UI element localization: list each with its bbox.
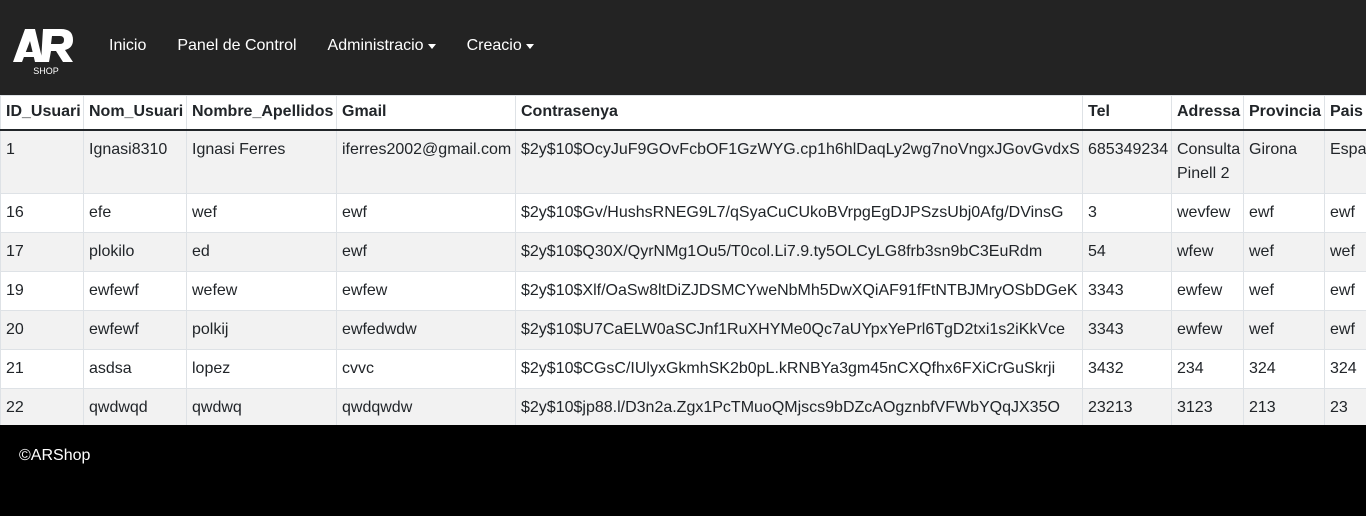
table-cell: 20 [0,310,84,350]
table-cell: wef [1324,232,1366,272]
nav-panel-de-control-label: Panel de Control [177,37,297,54]
table-cell: 16 [0,193,84,233]
main-nav: Inicio Panel de Control Administracio Cr… [109,36,565,56]
table-cell: 22 [0,388,84,425]
table-cell: ed [186,232,337,272]
table-cell: 19 [0,271,84,311]
table-cell: polkij [186,310,337,350]
table-cell: 17 [0,232,84,272]
column-header: Pais [1324,95,1366,131]
table-cell: wefew [186,271,337,311]
table-cell: 3 [1082,193,1172,233]
svg-text:SHOP: SHOP [33,66,59,76]
column-header: ID_Usuari [0,95,84,131]
nav-panel-de-control[interactable]: Panel de Control [177,36,296,56]
table-cell: 23 [1324,388,1366,425]
table-cell: 3432 [1082,349,1172,389]
table-cell: ewf [1324,310,1366,350]
table-cell: lopez [186,349,337,389]
table-cell: ewfew [1171,310,1244,350]
caret-down-icon [427,44,436,49]
footer: ©ARShop [0,425,1366,516]
table-cell: plokilo [83,232,187,272]
nav-administracio-dropdown[interactable]: Administracio [328,36,436,56]
table-row: 21 asdsa lopez cvvc $2y$10$CGsC/IUlyxGkm… [0,349,1366,389]
nav-administracio-label: Administracio [327,37,424,54]
table-cell: wef [1243,310,1325,350]
table-row: 1 Ignasi8310 Ignasi Ferres iferres2002@g… [0,129,1366,194]
table-cell: qwdwqd [83,388,187,425]
column-header: Nombre_Apellidos [186,95,337,131]
table-cell: wevfew [1171,193,1244,233]
table-cell: wef [1243,232,1325,272]
column-header: Adressa [1171,95,1244,131]
table-cell: ewfewf [83,310,187,350]
table-cell: ewf [1324,193,1366,233]
nav-creacio-label: Creacio [466,37,522,54]
table-row: 22 qwdwqd qwdwq qwdqwdw $2y$10$jp88.l/D3… [0,388,1366,425]
table-cell: 1 [0,129,84,194]
table-cell: efe [83,193,187,233]
table-cell: 324 [1243,349,1325,389]
column-header: Contrasenya [515,95,1083,131]
footer-copyright: ©ARShop [19,447,91,464]
nav-inicio[interactable]: Inicio [109,36,146,56]
table-cell: 213 [1243,388,1325,425]
table-cell: ewfew [1171,271,1244,311]
table-row: 17 plokilo ed ewf $2y$10$Q30X/QyrNMg1Ou5… [0,232,1366,272]
table-cell: Ignasi Ferres [186,129,337,194]
table-header-row: ID_Usuari Nom_Usuari Nombre_Apellidos Gm… [0,95,1366,131]
table-row: 19 ewfewf wefew ewfew $2y$10$Xlf/OaSw8lt… [0,271,1366,311]
table-cell: $2y$10$OcyJuF9GOvFcbOF1GzWYG.cp1h6hlDaqL… [515,129,1083,194]
table-cell: $2y$10$U7CaELW0aSCJnf1RuXHYMe0Qc7aUYpxYe… [515,310,1083,350]
table-cell: Consulta Pinell 2 [1171,129,1244,194]
table-cell: $2y$10$CGsC/IUlyxGkmhSK2b0pL.kRNBYa3gm45… [515,349,1083,389]
table-cell: 21 [0,349,84,389]
table-cell: 54 [1082,232,1172,272]
table-row: 16 efe wef ewf $2y$10$Gv/HushsRNEG9L7/qS… [0,193,1366,233]
table-cell: 324 [1324,349,1366,389]
table-cell: wef [186,193,337,233]
table-cell: wef [1243,271,1325,311]
nav-inicio-label: Inicio [109,37,147,54]
table-cell: Espanya [1324,129,1366,194]
table-cell: 3343 [1082,310,1172,350]
table-cell: cvvc [336,349,516,389]
table-cell: asdsa [83,349,187,389]
table-cell: $2y$10$Gv/HushsRNEG9L7/qSyaCuCUkoBVrpgEg… [515,193,1083,233]
table-cell: wfew [1171,232,1244,272]
column-header: Tel [1082,95,1172,131]
table-cell: 3343 [1082,271,1172,311]
users-table: ID_Usuari Nom_Usuari Nombre_Apellidos Gm… [0,95,1366,425]
table-cell: ewf [1324,271,1366,311]
column-header: Nom_Usuari [83,95,187,131]
table-row: 20 ewfewf polkij ewfedwdw $2y$10$U7CaELW… [0,310,1366,350]
table-cell: ewfew [336,271,516,311]
column-header: Gmail [336,95,516,131]
table-cell: $2y$10$Xlf/OaSw8ltDiZJDSMCYweNbMh5DwXQiA… [515,271,1083,311]
table-cell: Ignasi8310 [83,129,187,194]
table-cell: Girona [1243,129,1325,194]
arshop-logo-icon: SHOP [13,29,73,76]
users-table-container: ID_Usuari Nom_Usuari Nombre_Apellidos Gm… [0,95,1366,425]
table-cell: qwdwq [186,388,337,425]
table-cell: 234 [1171,349,1244,389]
table-cell: iferres2002@gmail.com [336,129,516,194]
table-cell: $2y$10$Q30X/QyrNMg1Ou5/T0col.Li7.9.ty5OL… [515,232,1083,272]
table-cell: qwdqwdw [336,388,516,425]
table-cell: ewfewf [83,271,187,311]
table-cell: 23213 [1082,388,1172,425]
nav-creacio-dropdown[interactable]: Creacio [467,36,534,56]
table-cell: ewf [336,193,516,233]
table-cell: $2y$10$jp88.l/D3n2a.Zgx1PcTMuoQMjscs9bDZ… [515,388,1083,425]
arshop-logo[interactable]: SHOP [13,26,75,78]
table-cell: 3123 [1171,388,1244,425]
column-header: Provincia [1243,95,1325,131]
caret-down-icon [525,44,534,49]
table-cell: ewfedwdw [336,310,516,350]
table-cell: ewf [1243,193,1325,233]
table-cell: ewf [336,232,516,272]
navbar: SHOP Inicio Panel de Control Administrac… [0,0,1366,95]
table-cell: 685349234 [1082,129,1172,194]
